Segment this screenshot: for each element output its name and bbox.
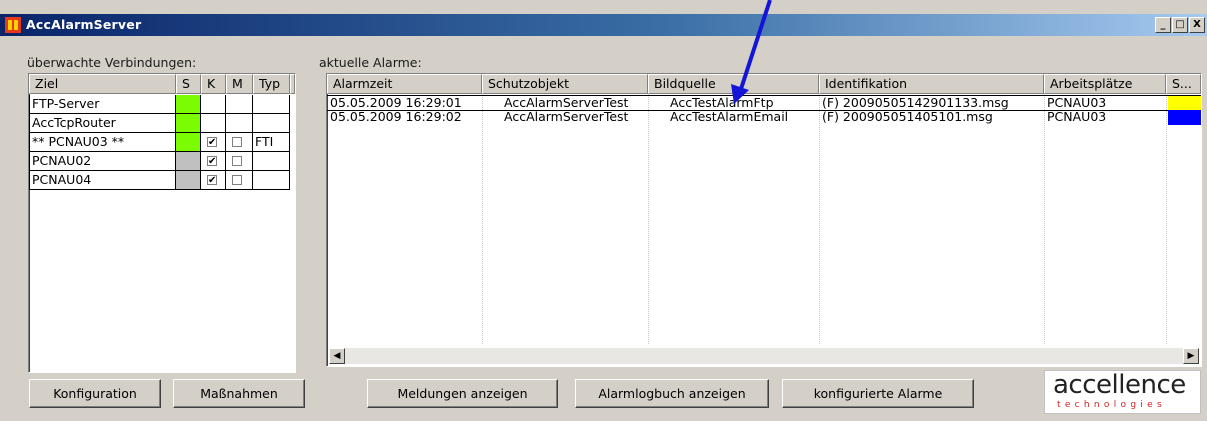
connection-m-cell: [226, 114, 253, 133]
maximize-button[interactable]: □: [1172, 17, 1188, 33]
column-header-identifikation[interactable]: Identifikation: [819, 74, 1044, 94]
connection-k-cell: [201, 95, 226, 114]
konfiguration-button[interactable]: Konfiguration: [29, 379, 161, 408]
column-header-alarmzeit[interactable]: Alarmzeit: [327, 74, 482, 94]
m-checkbox[interactable]: [232, 156, 242, 166]
alarm-status-indicator: [1168, 96, 1201, 111]
column-divider: [1044, 94, 1045, 344]
column-header-arbeitsplaetze[interactable]: Arbeitsplätze: [1044, 74, 1166, 94]
close-button[interactable]: X: [1189, 17, 1205, 33]
connection-k-cell: [201, 133, 226, 152]
alarm-status-indicator: [1168, 110, 1201, 125]
connection-name: PCNAU04: [29, 171, 176, 190]
connection-status-indicator: [176, 114, 201, 133]
column-divider: [1166, 94, 1167, 344]
alarm-arbeitsplatz: PCNAU03: [1047, 96, 1107, 110]
column-header-typ[interactable]: Typ: [253, 74, 290, 94]
alarm-identifikation: (F) 200905051405101.msg: [822, 110, 993, 124]
scroll-left-arrow-icon[interactable]: ◀: [329, 348, 345, 364]
connection-typ: [253, 171, 290, 190]
connection-status-indicator: [176, 152, 201, 171]
app-window: AccAlarmServer _ □ X überwachte Verbindu…: [0, 0, 1207, 421]
column-divider: [648, 94, 649, 344]
k-checkbox[interactable]: [207, 172, 217, 189]
column-header-status[interactable]: S...: [1166, 74, 1201, 94]
connection-m-cell: [226, 171, 253, 190]
column-header-bildquelle[interactable]: Bildquelle: [648, 74, 819, 94]
m-checkbox[interactable]: [232, 137, 242, 147]
meldungen-anzeigen-button[interactable]: Meldungen anzeigen: [367, 379, 558, 408]
connection-row[interactable]: PCNAU04: [29, 171, 290, 190]
k-checkbox[interactable]: [207, 153, 217, 170]
column-header-m[interactable]: M: [226, 74, 253, 94]
column-header-k[interactable]: K: [201, 74, 226, 94]
column-divider: [482, 94, 483, 344]
connection-row[interactable]: ** PCNAU03 ** FTI: [29, 133, 290, 152]
connection-typ: [253, 152, 290, 171]
connection-name: AccTcpRouter: [29, 114, 176, 133]
alarm-app-icon: [5, 17, 21, 33]
konfigurierte-alarme-button[interactable]: konfigurierte Alarme: [782, 379, 974, 408]
connection-name: FTP-Server: [29, 95, 176, 114]
column-divider: [819, 94, 820, 344]
connection-typ: [253, 114, 290, 133]
alarm-time: 05.05.2009 16:29:01: [330, 96, 462, 110]
connection-m-cell: [226, 133, 253, 152]
alarm-identifikation: (F) 20090505142901133.msg: [822, 96, 1009, 110]
connection-typ: [253, 95, 290, 114]
alarmlogbuch-anzeigen-button[interactable]: Alarmlogbuch anzeigen: [575, 379, 769, 408]
connection-name: ** PCNAU03 **: [29, 133, 176, 152]
logo-tagline: technologies: [1057, 400, 1166, 410]
connection-row[interactable]: AccTcpRouter: [29, 114, 290, 133]
connection-k-cell: [201, 152, 226, 171]
logo-wordmark: accellence: [1053, 370, 1186, 400]
title-bar[interactable]: AccAlarmServer _ □ X: [0, 14, 1207, 36]
connections-label: überwachte Verbindungen:: [27, 55, 197, 70]
connection-status-indicator: [176, 171, 201, 190]
massnahmen-button[interactable]: Maßnahmen: [173, 379, 305, 408]
alarms-list[interactable]: Alarmzeit Schutzobjekt Bildquelle Identi…: [326, 73, 1202, 367]
window-title: AccAlarmServer: [26, 17, 142, 32]
column-header-ziel[interactable]: Ziel: [29, 74, 176, 94]
connections-list[interactable]: Ziel S K M Typ FTP-Server AccTcpRouter ** …: [28, 73, 296, 373]
alarm-row[interactable]: 05.05.2009 16:29:01 AccAlarmServerTest Acc…: [327, 95, 1201, 111]
alarm-schutzobjekt: AccAlarmServerTest: [504, 96, 629, 110]
alarm-arbeitsplatz: PCNAU03: [1047, 110, 1107, 124]
connection-k-cell: [201, 114, 226, 133]
connection-name: PCNAU02: [29, 152, 176, 171]
connection-m-cell: [226, 95, 253, 114]
accellence-logo: accellence technologies: [1044, 370, 1201, 414]
alarm-row[interactable]: 05.05.2009 16:29:02 AccAlarmServerTest Acc…: [327, 110, 1201, 125]
connection-k-cell: [201, 171, 226, 190]
alarm-schutzobjekt: AccAlarmServerTest: [504, 110, 629, 124]
horizontal-scrollbar[interactable]: ◀ ▶: [329, 348, 1199, 364]
alarm-time: 05.05.2009 16:29:02: [330, 110, 462, 124]
connection-status-indicator: [176, 95, 201, 114]
alarm-bildquelle: AccTestAlarmEmail: [670, 110, 789, 124]
minimize-button[interactable]: _: [1155, 17, 1171, 33]
scroll-right-arrow-icon[interactable]: ▶: [1183, 348, 1199, 364]
column-header-schutzobjekt[interactable]: Schutzobjekt: [482, 74, 648, 94]
connection-m-cell: [226, 152, 253, 171]
column-header-filler: [290, 74, 295, 94]
connection-typ: FTI: [253, 133, 290, 152]
connection-status-indicator: [176, 133, 201, 152]
alarm-bildquelle: AccTestAlarmFtp: [670, 96, 774, 110]
k-checkbox[interactable]: [207, 134, 217, 151]
connection-row[interactable]: PCNAU02: [29, 152, 290, 171]
m-checkbox[interactable]: [232, 175, 242, 185]
alarms-label: aktuelle Alarme:: [319, 55, 422, 70]
connection-row[interactable]: FTP-Server: [29, 95, 290, 114]
column-header-s[interactable]: S: [176, 74, 201, 94]
